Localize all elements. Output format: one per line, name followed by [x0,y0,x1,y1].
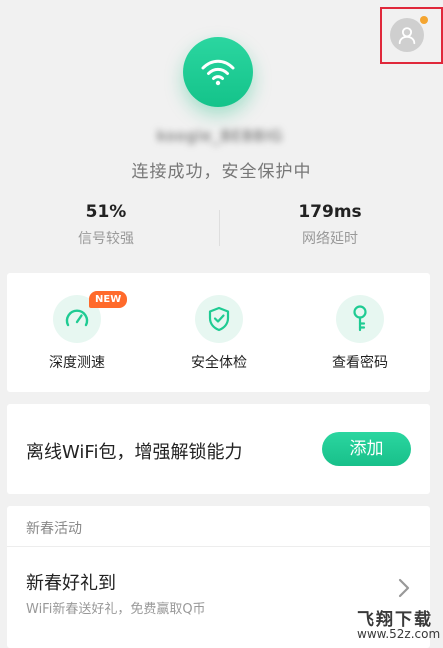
offline-pack-card: 离线WiFi包，增强解锁能力 添加 [7,404,430,494]
watermark: 飞翔下载 www.52z.com [343,603,443,648]
wifi-home-screen: koogle_BEBBIG 连接成功，安全保护中 51% 信号较强 179ms … [0,0,443,648]
signal-value: 51% [85,202,127,222]
offline-pack-text: 离线WiFi包，增强解锁能力 [26,442,243,463]
shield-check-icon [208,306,230,332]
user-icon [398,27,416,45]
signal-stat: 51% 信号较强 [26,202,186,248]
chevron-right-icon[interactable] [397,578,411,598]
avatar-button[interactable] [390,18,424,52]
stats-divider [219,210,220,246]
speedometer-icon [65,309,89,327]
activity-divider [7,546,430,547]
watermark-url: www.52z.com [357,627,441,641]
security-check-label: 安全体检 [191,355,247,371]
activity-section-title: 新春活动 [26,521,82,537]
activity-title[interactable]: 新春好礼到 [26,569,116,595]
security-check-icon-circle [195,295,243,343]
security-check-button[interactable]: 安全体检 [169,295,269,372]
activity-subtitle: WiFi新春送好礼，免费赢取Q币 [26,602,206,617]
latency-label: 网络延时 [302,231,358,247]
signal-label: 信号较强 [78,231,134,247]
avatar-highlight-box [380,7,443,64]
new-badge: NEW [89,291,128,308]
key-icon [353,305,367,332]
add-button[interactable]: 添加 [322,432,411,466]
speed-test-label: 深度测速 [49,355,105,371]
connection-status: 连接成功，安全保护中 [131,162,312,182]
view-password-label: 查看密码 [332,355,388,371]
connection-hero: koogle_BEBBIG 连接成功，安全保护中 51% 信号较强 179ms … [0,0,443,268]
wifi-status-button[interactable] [183,37,253,107]
tools-card: 深度测速 NEW 安全体检 查看密码 [7,273,430,392]
latency-value: 179ms [298,202,362,222]
view-password-icon-circle [336,295,384,343]
notification-dot [420,16,428,24]
latency-stat: 179ms 网络延时 [250,202,410,248]
wifi-icon [201,59,235,86]
network-name: koogle_BEBBIG [156,127,284,145]
view-password-button[interactable]: 查看密码 [310,295,410,372]
